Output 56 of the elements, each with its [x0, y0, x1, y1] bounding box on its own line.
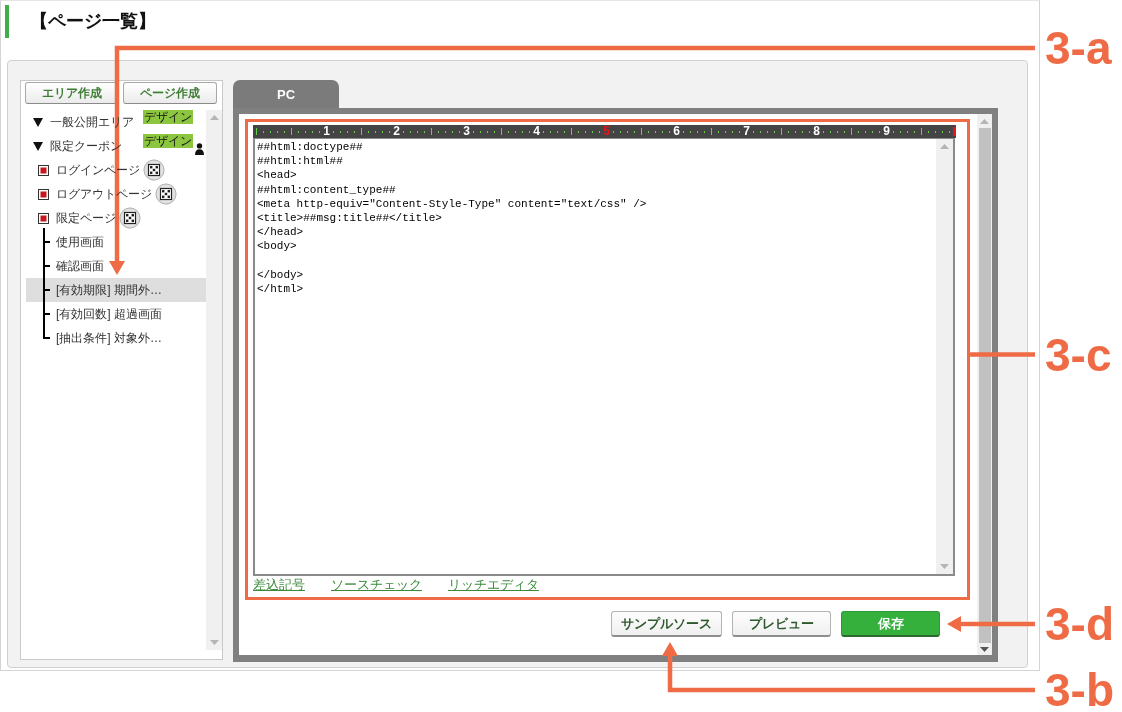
ruler-ticks [820, 125, 883, 138]
tab[interactable]: PC [233, 80, 339, 108]
scrollbar[interactable] [206, 110, 222, 650]
ruler-ticks [610, 125, 673, 138]
label-badge: デザイン [143, 110, 193, 124]
callout-label: 3-b [1045, 667, 1114, 712]
tree-item[interactable]: 使用画面 [26, 230, 206, 254]
tree-item[interactable]: [抽出条件] 対象外… [26, 326, 206, 350]
ruler-ticks [540, 125, 603, 138]
down-triangle-icon[interactable] [33, 141, 43, 151]
sample-source-button[interactable]: サンプルソース [611, 611, 722, 637]
ruler-ticks [890, 125, 953, 138]
ruler-ticks [750, 125, 813, 138]
create-page-button[interactable]: ページ作成 [123, 82, 217, 104]
ruler-number: 5 [603, 125, 610, 138]
tree-item[interactable]: [有効回数] 超過画面 [26, 302, 206, 326]
ruler-number: 7 [743, 125, 750, 138]
source-check-link[interactable]: ソースチェック [331, 576, 422, 594]
tree-item[interactable]: [有効期限] 期間外… [26, 278, 206, 302]
down-triangle-icon[interactable] [980, 647, 989, 652]
up-triangle-icon[interactable] [940, 144, 949, 149]
square-bullet-icon [38, 164, 49, 176]
scrollbar[interactable] [977, 114, 992, 655]
ruler-ticks [680, 125, 743, 138]
dice-icon[interactable] [143, 159, 165, 181]
tree-item[interactable]: 限定ページ [26, 206, 206, 230]
ruler-number: 8 [813, 125, 820, 138]
scrollbar-thumb[interactable] [978, 128, 991, 643]
up-triangle-icon[interactable] [209, 115, 219, 120]
ruler-number: 2 [393, 125, 400, 138]
ruler-ticks [470, 125, 533, 138]
end-marker-icon [953, 125, 956, 138]
dice-icon[interactable] [155, 183, 177, 205]
ruler-ticks [253, 125, 323, 138]
scrollbar[interactable] [936, 139, 953, 574]
square-bullet-icon [38, 188, 49, 200]
ruler-ticks [400, 125, 463, 138]
rich-editor-link[interactable]: リッチエディタ [448, 576, 539, 594]
callout-label: 3-a [1045, 25, 1112, 71]
ruler-number: 1 [323, 125, 330, 138]
up-triangle-icon[interactable] [980, 119, 989, 124]
preview-button[interactable]: プレビュー [732, 611, 831, 637]
ruler-number: 9 [883, 125, 890, 138]
square-bullet-icon [38, 212, 49, 224]
ruler-number: 3 [463, 125, 470, 138]
label-badge: デザイン [143, 134, 193, 148]
callout-label: 3-c [1045, 331, 1112, 378]
page-title: 【ページ一覧】 [30, 10, 156, 33]
ruler-number: 6 [673, 125, 680, 138]
down-triangle-icon[interactable] [33, 117, 43, 127]
insert-tags-link[interactable]: 差込記号 [253, 576, 305, 594]
ruler-ticks [330, 125, 393, 138]
dice-icon[interactable] [119, 207, 141, 229]
ruler-number: 4 [533, 125, 540, 138]
accent-bar [5, 5, 9, 38]
callout-label: 3-d [1045, 601, 1114, 647]
